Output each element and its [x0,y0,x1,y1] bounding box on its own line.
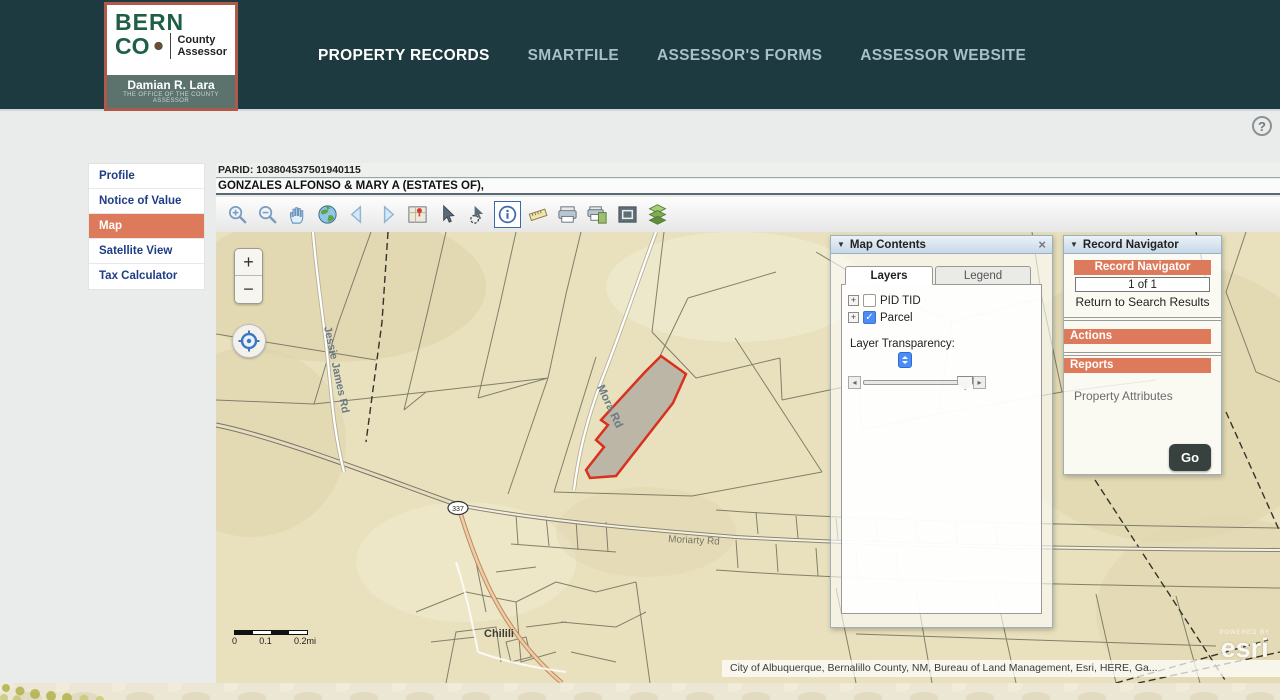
sidebar: Profile Notice of Value Map Satellite Vi… [88,163,205,290]
actions-section-header[interactable]: Actions [1064,329,1211,344]
map-attribution: City of Albuquerque, Bernalillo County, … [722,660,1280,677]
page: BERN CO County Assessor Damian R [0,0,1280,700]
map-zoom-control: + − [234,248,263,304]
record-navigator-panel: ▼ Record Navigator Record Navigator Retu… [1063,235,1222,475]
layer-name-parcel: Parcel [880,312,913,324]
logo-line1: BERN [115,11,227,33]
scale-tick-0: 0 [232,636,237,646]
full-screen-icon[interactable] [614,201,641,228]
pan-hand-icon[interactable] [284,201,311,228]
logo-divider [170,33,171,59]
print-map-icon[interactable] [584,201,611,228]
zoom-out-tool-icon[interactable] [254,201,281,228]
layer-transparency-label: Layer Transparency: [850,338,1035,350]
nav-property-records[interactable]: PROPERTY RECORDS [318,47,490,65]
record-navigator-header[interactable]: ▼ Record Navigator [1064,236,1221,254]
layer-row-pid-tid: + PID TID [848,294,1035,307]
map-contents-title: Map Contents [850,239,1038,251]
bernco-logo-mark: BERN CO County Assessor [104,2,238,75]
slider-thumb[interactable] [957,376,973,390]
full-extent-globe-icon[interactable] [314,201,341,228]
select-tool-icon[interactable] [434,201,461,228]
logo-tagline: County Assessor [177,34,227,58]
property-attributes-link[interactable]: Property Attributes [1074,389,1221,403]
esri-brand: esri [1219,636,1270,660]
record-position-input[interactable] [1075,277,1210,292]
divider [1064,317,1221,321]
close-icon[interactable]: × [1038,237,1046,252]
map-contents-header[interactable]: ▼ Map Contents × [831,236,1052,254]
identify-tool-icon[interactable] [494,201,521,228]
slider-right-button[interactable]: ▸ [973,376,986,389]
sidebar-item-tax-calculator[interactable]: Tax Calculator [89,264,204,289]
layer-row-parcel: + ✓ Parcel [848,311,1035,324]
sidebar-item-profile[interactable]: Profile [89,164,204,189]
collapse-icon[interactable]: ▼ [837,240,845,249]
collapse-icon[interactable]: ▼ [1070,240,1078,249]
zia-symbol-icon [154,36,163,56]
top-navigation: PROPERTY RECORDS SMARTFILE ASSESSOR'S FO… [318,0,1026,111]
nav-smartfile[interactable]: SMARTFILE [528,47,619,65]
map-contents-tabs: Layers Legend [845,266,1052,285]
transparency-slider: ◂ ▸ [848,376,1035,389]
layers-tab-content: + PID TID + ✓ Parcel Layer Transparency:… [841,284,1042,614]
crosshair-icon [237,329,261,353]
map-zoom-out-button[interactable]: − [235,276,262,303]
expand-icon[interactable]: + [848,312,859,323]
nav-assessors-forms[interactable]: ASSESSOR'S FORMS [657,47,822,65]
slider-track[interactable] [863,380,971,385]
reports-section-header[interactable]: Reports [1064,358,1211,373]
route-shield-number: 337 [452,506,464,513]
transparency-value-spinner[interactable] [898,352,912,368]
overview-map-icon[interactable] [404,201,431,228]
sidebar-item-notice-of-value[interactable]: Notice of Value [89,189,204,214]
footer-decorative-band [0,683,1280,700]
parcel-checkbox[interactable]: ✓ [863,311,876,324]
app-header: BERN CO County Assessor Damian R [0,0,1280,111]
slider-left-button[interactable]: ◂ [848,376,861,389]
layers-icon[interactable] [644,201,671,228]
geolocate-button[interactable] [232,324,266,358]
measure-tool-icon[interactable] [524,201,551,228]
expand-icon[interactable]: + [848,295,859,306]
tab-legend[interactable]: Legend [935,266,1031,285]
assessor-name: Damian R. Lara [109,78,233,92]
zoom-in-tool-icon[interactable] [224,201,251,228]
bernco-logo[interactable]: BERN CO County Assessor Damian R [104,2,238,111]
map-viewport: 337 Jessie James Rd Mora Rd Moriarty Rd … [216,232,1280,683]
logo-line2: CO [115,34,150,58]
scale-tick-2: 0.2mi [294,636,316,646]
owner-name: GONZALES ALFONSO & MARY A (ESTATES OF), [216,179,1280,195]
tab-layers[interactable]: Layers [845,266,933,285]
divider [1064,352,1221,356]
help-icon[interactable]: ? [1252,116,1272,136]
map-toolbar [216,197,1280,232]
route-shield: 337 [448,502,468,515]
go-button[interactable]: Go [1169,444,1211,471]
print-icon[interactable] [554,201,581,228]
seed-pattern-icon [0,683,130,700]
esri-logo: POWERED BY esri [1219,630,1270,660]
label-chilili: Chilili [484,628,514,640]
clear-selection-icon[interactable] [464,201,491,228]
sidebar-item-map[interactable]: Map [89,214,204,239]
sidebar-item-satellite-view[interactable]: Satellite View [89,239,204,264]
previous-extent-icon[interactable] [344,201,371,228]
next-extent-icon[interactable] [374,201,401,228]
office-subtitle: THE OFFICE OF THE COUNTY ASSESSOR [109,92,233,104]
nav-assessor-website[interactable]: ASSESSOR WEBSITE [860,47,1026,65]
record-navigator-banner: Record Navigator [1074,260,1211,275]
scale-bar: 0 0.1 0.2mi [232,630,318,646]
assessor-name-strip: Damian R. Lara THE OFFICE OF THE COUNTY … [104,75,238,111]
map-zoom-in-button[interactable]: + [235,249,262,276]
parid-label: PARID: 103804537501940115 [216,163,1280,178]
pid-tid-checkbox[interactable] [863,294,876,307]
scale-tick-1: 0.1 [259,636,272,646]
layer-name-pid-tid: PID TID [880,295,921,307]
map-contents-panel: ▼ Map Contents × Layers Legend + PID TID… [830,235,1053,628]
return-to-search-results-link[interactable]: Return to Search Results [1064,295,1221,309]
record-navigator-title: Record Navigator [1083,239,1215,251]
